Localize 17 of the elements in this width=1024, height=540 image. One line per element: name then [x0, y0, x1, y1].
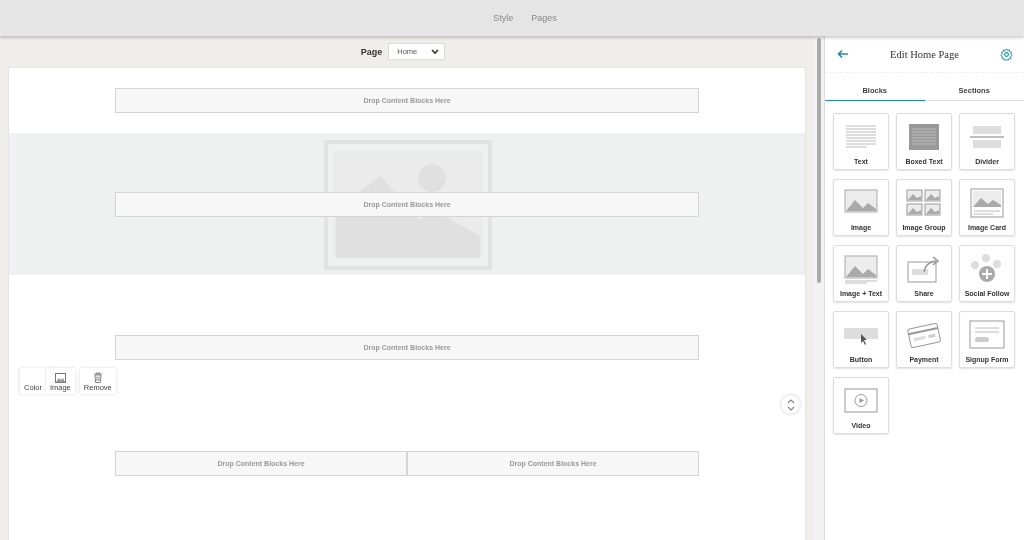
chevron-icon [431, 48, 440, 55]
reorder-button[interactable] [781, 395, 800, 414]
panel-title: Edit Home Page [890, 48, 959, 60]
image-icon [54, 373, 66, 383]
settings-icon[interactable] [1000, 47, 1013, 61]
video-block-icon [843, 386, 879, 416]
back-arrow-icon[interactable] [837, 49, 849, 59]
boxed-block-icon [906, 122, 942, 152]
page-label: Page [360, 46, 383, 57]
card-block-icon [969, 188, 1005, 218]
signup-block-icon [969, 320, 1005, 350]
share-block-icon [906, 254, 942, 284]
trash-icon [92, 372, 103, 383]
imagetext-block-icon [843, 254, 879, 284]
group-block-icon [906, 188, 942, 218]
up-down-arrows-icon [786, 398, 795, 411]
scrollbar[interactable] [814, 36, 824, 540]
